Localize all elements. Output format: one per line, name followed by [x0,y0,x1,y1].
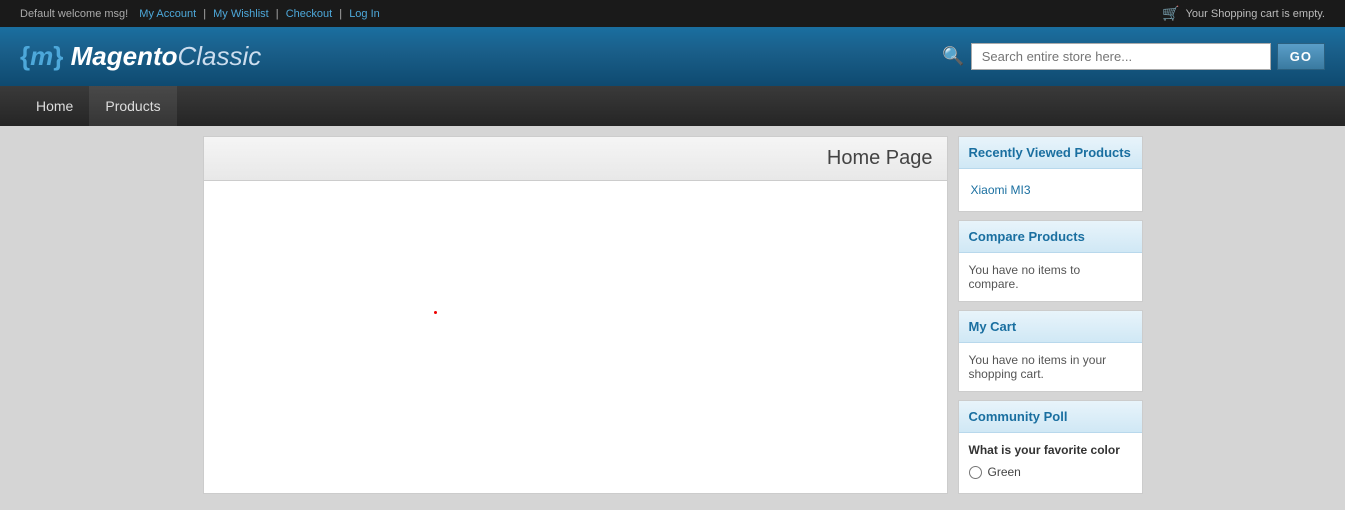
poll-option-green: Green [969,465,1132,479]
header: {m} MagentoClassic 🔍 GO [0,27,1345,86]
search-button[interactable]: GO [1277,43,1325,70]
checkout-link[interactable]: Checkout [286,8,332,20]
topbar-right: 🛒 Your Shopping cart is empty. [1162,5,1325,22]
recently-viewed-title: Recently Viewed Products [959,137,1142,169]
recently-viewed-block: Recently Viewed Products Xiaomi MI3 [958,136,1143,212]
community-poll-body: What is your favorite color Green [959,433,1142,493]
search-input[interactable] [971,43,1271,70]
search-icon: 🔍 [942,46,964,67]
cart-icon: 🛒 [1162,5,1179,22]
recently-viewed-body: Xiaomi MI3 [959,169,1142,211]
poll-option-green-radio[interactable] [969,466,982,479]
compare-products-block: Compare Products You have no items to co… [958,220,1143,302]
topbar: Default welcome msg! My Account | My Wis… [0,0,1345,27]
logo[interactable]: {m} MagentoClassic [20,41,261,72]
navbar: Home Products [0,86,1345,126]
poll-question: What is your favorite color [969,443,1132,457]
my-cart-body: You have no items in your shopping cart. [959,343,1142,391]
compare-products-title: Compare Products [959,221,1142,253]
my-cart-empty: You have no items in your shopping cart. [969,353,1107,381]
content-area: Home Page [203,136,948,494]
my-account-link[interactable]: My Account [139,8,196,20]
recently-viewed-item[interactable]: Xiaomi MI3 [969,179,1132,201]
log-in-link[interactable]: Log In [349,8,380,20]
compare-products-body: You have no items to compare. [959,253,1142,301]
search-bar: 🔍 GO [942,43,1325,70]
my-cart-title: My Cart [959,311,1142,343]
content-body [204,181,947,441]
my-wishlist-link[interactable]: My Wishlist [213,8,269,20]
my-cart-block: My Cart You have no items in your shoppi… [958,310,1143,392]
page-title: Home Page [204,137,947,181]
community-poll-title: Community Poll [959,401,1142,433]
welcome-msg: Default welcome msg! [20,8,128,20]
nav-item-products[interactable]: Products [89,86,176,126]
poll-option-green-label: Green [988,465,1021,479]
sidebar: Recently Viewed Products Xiaomi MI3 Comp… [958,136,1143,494]
community-poll-block: Community Poll What is your favorite col… [958,400,1143,494]
topbar-left: Default welcome msg! My Account | My Wis… [20,8,380,20]
compare-products-empty: You have no items to compare. [969,263,1081,291]
nav-item-home[interactable]: Home [20,86,89,126]
main-layout: Home Page Recently Viewed Products Xiaom… [193,136,1153,494]
cart-status: Your Shopping cart is empty. [1186,8,1325,20]
dot-decoration [434,311,437,314]
